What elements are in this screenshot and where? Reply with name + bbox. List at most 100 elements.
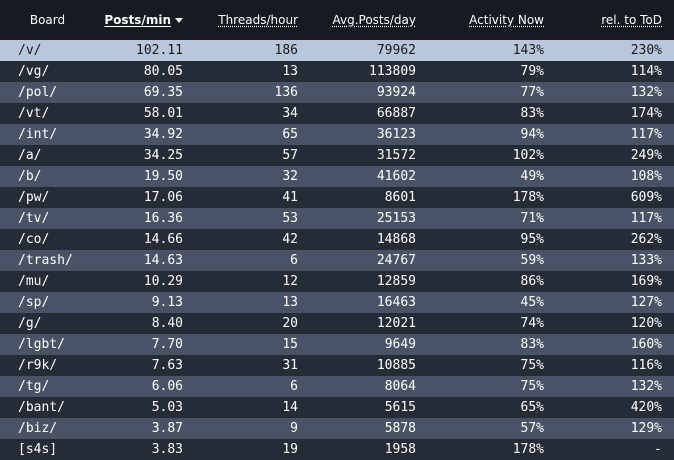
column-header-activity-now[interactable]: Activity Now — [428, 0, 556, 40]
board-stats-table: Board Posts/min Threads/hour Avg.Posts/d… — [0, 0, 674, 460]
column-header-avg-posts-day[interactable]: Avg.Posts/day — [310, 0, 428, 40]
table-row[interactable]: /a/34.25 57 31572 102% 249% — [0, 145, 674, 166]
table-row[interactable]: /pol/69.35 136 93924 77% 132% — [0, 82, 674, 103]
cell-rel-tod: 117% — [630, 211, 662, 226]
cell-activity-now: 102% — [512, 148, 544, 163]
table-row[interactable]: /co/14.66 42 14868 95% 262% — [0, 229, 674, 250]
cell-avg-posts-day: 24767 — [376, 253, 416, 268]
cell-avg-posts-day: 9649 — [384, 337, 416, 352]
cell-avg-posts-day: 12859 — [376, 274, 416, 289]
cell-board[interactable]: /tg/ — [0, 376, 95, 397]
cell-avg-posts-day: 5615 — [384, 400, 416, 415]
cell-activity-now: 75% — [520, 379, 544, 394]
cell-posts-min: 14.63 — [143, 253, 183, 268]
table-row[interactable]: /g/8.40 20 12021 74% 120% — [0, 313, 674, 334]
table-row[interactable]: /int/34.92 65 36123 94% 117% — [0, 124, 674, 145]
table-row[interactable]: /vt/58.01 34 66887 83% 174% — [0, 103, 674, 124]
cell-board[interactable]: /pw/ — [0, 187, 95, 208]
column-header-posts-min[interactable]: Posts/min — [95, 0, 195, 40]
cell-threads-hour: 186 — [274, 43, 298, 58]
table-row[interactable]: [s4s] 3.83 19 1958 178% - — [0, 439, 674, 460]
cell-posts-min: 34.92 — [143, 127, 183, 142]
cell-avg-posts-day: 5878 — [384, 421, 416, 436]
cell-board[interactable]: /co/ — [0, 229, 95, 250]
cell-posts-min: 102.11 — [136, 43, 183, 58]
table-row[interactable]: /lgbt/7.70 15 9649 83% 160% — [0, 334, 674, 355]
cell-board[interactable]: /biz/ — [0, 418, 95, 439]
table-row[interactable]: /trash/14.63 6 24767 59% 133% — [0, 250, 674, 271]
cell-threads-hour: 53 — [282, 211, 298, 226]
table-row[interactable]: /mu/10.29 12 12859 86% 169% — [0, 271, 674, 292]
cell-posts-min: 7.63 — [151, 358, 183, 373]
cell-board[interactable]: /tv/ — [0, 208, 95, 229]
cell-activity-now: 94% — [520, 127, 544, 142]
cell-posts-min: 34.25 — [143, 148, 183, 163]
cell-board[interactable]: /a/ — [0, 145, 95, 166]
cell-activity-now: 79% — [520, 64, 544, 79]
cell-threads-hour: 9 — [290, 421, 298, 436]
table-row[interactable]: /vg/80.05 13 113809 79% 114% — [0, 61, 674, 82]
column-header-avg-posts-day-label: Avg.Posts/day — [332, 13, 416, 27]
column-header-threads-hour[interactable]: Threads/hour — [195, 0, 310, 40]
cell-activity-now: 71% — [520, 211, 544, 226]
cell-posts-min: 16.36 — [143, 211, 183, 226]
cell-board[interactable]: /b/ — [0, 166, 95, 187]
cell-board[interactable]: /vt/ — [0, 103, 95, 124]
cell-rel-tod: 230% — [630, 43, 662, 58]
cell-board[interactable]: /trash/ — [0, 250, 95, 271]
table-row[interactable]: /bant/5.03 14 5615 65% 420% — [0, 397, 674, 418]
cell-avg-posts-day: 10885 — [376, 358, 416, 373]
cell-board[interactable]: /v/ — [0, 40, 95, 61]
cell-rel-tod: 114% — [630, 64, 662, 79]
cell-posts-min: 14.66 — [143, 232, 183, 247]
table-row[interactable]: /sp/9.13 13 16463 45% 127% — [0, 292, 674, 313]
cell-activity-now: 143% — [512, 43, 544, 58]
cell-posts-min: 5.03 — [151, 400, 183, 415]
table-row[interactable]: /tg/6.06 6 8064 75% 132% — [0, 376, 674, 397]
cell-posts-min: 19.50 — [143, 169, 183, 184]
cell-posts-min: 80.05 — [143, 64, 183, 79]
cell-activity-now: 178% — [512, 190, 544, 205]
cell-board[interactable]: /vg/ — [0, 61, 95, 82]
cell-posts-min: 58.01 — [143, 106, 183, 121]
header-row: Board Posts/min Threads/hour Avg.Posts/d… — [0, 0, 674, 40]
cell-rel-tod: 120% — [630, 316, 662, 331]
cell-board[interactable]: /pol/ — [0, 82, 95, 103]
cell-avg-posts-day: 66887 — [376, 106, 416, 121]
cell-board[interactable]: /mu/ — [0, 271, 95, 292]
cell-rel-tod: 249% — [630, 148, 662, 163]
cell-board[interactable]: /bant/ — [0, 397, 95, 418]
cell-board[interactable]: [s4s] — [0, 439, 95, 460]
table-row[interactable]: /r9k/7.63 31 10885 75% 116% — [0, 355, 674, 376]
cell-rel-tod: 127% — [630, 295, 662, 310]
cell-avg-posts-day: 8064 — [384, 379, 416, 394]
table-row[interactable]: /pw/17.06 41 8601 178% 609% — [0, 187, 674, 208]
cell-activity-now: 75% — [520, 358, 544, 373]
cell-posts-min: 9.13 — [151, 295, 183, 310]
cell-rel-tod: 609% — [630, 190, 662, 205]
cell-threads-hour: 13 — [282, 64, 298, 79]
cell-board[interactable]: /sp/ — [0, 292, 95, 313]
cell-activity-now: 65% — [520, 400, 544, 415]
cell-threads-hour: 65 — [282, 127, 298, 142]
cell-board[interactable]: /int/ — [0, 124, 95, 145]
cell-threads-hour: 34 — [282, 106, 298, 121]
cell-board[interactable]: /g/ — [0, 313, 95, 334]
cell-threads-hour: 32 — [282, 169, 298, 184]
cell-activity-now: 59% — [520, 253, 544, 268]
table-row[interactable]: /v/102.11 186 79962 143% 230% — [0, 40, 674, 61]
column-header-rel-tod[interactable]: rel. to ToD — [556, 0, 674, 40]
cell-activity-now: 178% — [512, 442, 544, 457]
cell-rel-tod: 108% — [630, 169, 662, 184]
cell-rel-tod: 262% — [630, 232, 662, 247]
cell-rel-tod: 129% — [630, 421, 662, 436]
column-header-rel-tod-label: rel. to ToD — [601, 13, 662, 27]
cell-board[interactable]: /r9k/ — [0, 355, 95, 376]
table-row[interactable]: /tv/16.36 53 25153 71% 117% — [0, 208, 674, 229]
column-header-board[interactable]: Board — [0, 0, 95, 40]
table-row[interactable]: /b/19.50 32 41602 49% 108% — [0, 166, 674, 187]
cell-threads-hour: 15 — [282, 337, 298, 352]
cell-board[interactable]: /lgbt/ — [0, 334, 95, 355]
cell-rel-tod: 132% — [630, 85, 662, 100]
table-row[interactable]: /biz/3.87 9 5878 57% 129% — [0, 418, 674, 439]
